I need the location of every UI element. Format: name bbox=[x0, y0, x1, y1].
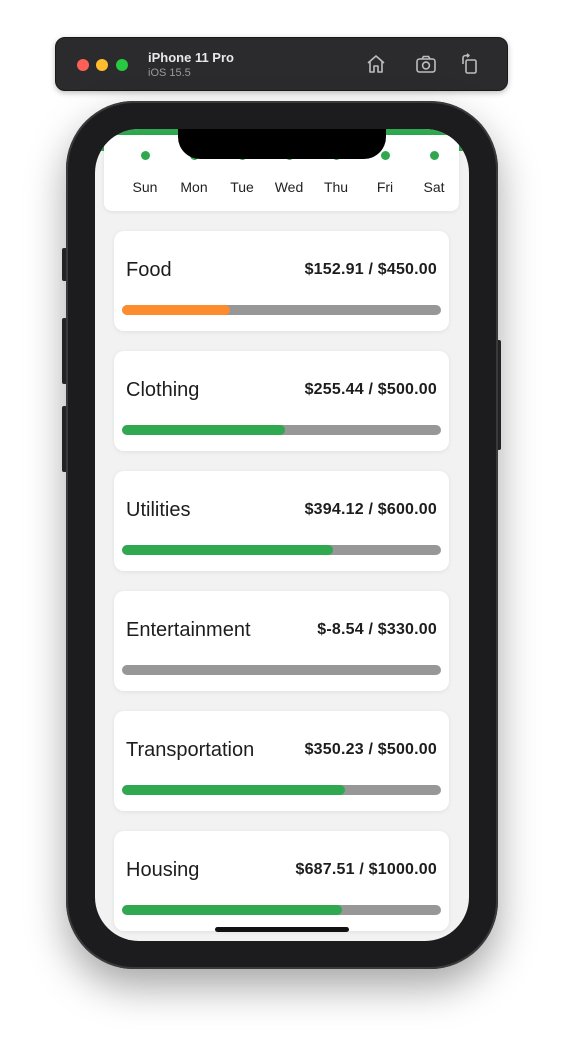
home-icon bbox=[367, 55, 385, 73]
category-amount: $350.23 / $500.00 bbox=[304, 741, 437, 758]
os-version: iOS 15.5 bbox=[148, 67, 191, 79]
day-marker-sun bbox=[141, 151, 150, 160]
progress-fill bbox=[122, 425, 285, 435]
home-indicator[interactable] bbox=[215, 927, 349, 932]
day-label-sun[interactable]: Sun bbox=[120, 179, 170, 195]
simulator-toolbar: iPhone 11 Pro iOS 15.5 bbox=[55, 37, 508, 91]
progress-track bbox=[122, 665, 441, 675]
rotate-button[interactable] bbox=[458, 52, 482, 76]
progress-track bbox=[122, 905, 441, 915]
category-name: Transportation bbox=[126, 739, 255, 761]
home-button[interactable] bbox=[364, 52, 388, 76]
progress-fill bbox=[122, 305, 231, 315]
device-name: iPhone 11 Pro bbox=[148, 50, 234, 65]
category-name: Food bbox=[126, 259, 172, 281]
close-window-button[interactable] bbox=[77, 59, 89, 71]
camera-icon bbox=[416, 55, 436, 73]
category-card-entertainment[interactable]: Entertainment $-8.54 / $330.00 bbox=[114, 591, 449, 691]
category-card-transportation[interactable]: Transportation $350.23 / $500.00 bbox=[114, 711, 449, 811]
notch bbox=[178, 129, 386, 159]
minimize-window-button[interactable] bbox=[96, 59, 108, 71]
category-card-food[interactable]: Food $152.91 / $450.00 bbox=[114, 231, 449, 331]
day-marker-fri bbox=[381, 151, 390, 160]
category-card-housing[interactable]: Housing $687.51 / $1000.00 bbox=[114, 831, 449, 931]
progress-track bbox=[122, 305, 441, 315]
category-amount: $-8.54 / $330.00 bbox=[317, 621, 437, 638]
progress-track bbox=[122, 545, 441, 555]
day-marker-sat bbox=[430, 151, 439, 160]
category-amount: $255.44 / $500.00 bbox=[304, 381, 437, 398]
category-name: Utilities bbox=[126, 499, 191, 521]
phone-screen: Sun Mon Tue Wed Thu Fri Sat Food $152.91… bbox=[95, 129, 469, 941]
rotate-icon bbox=[462, 53, 477, 74]
category-card-utilities[interactable]: Utilities $394.12 / $600.00 bbox=[114, 471, 449, 571]
category-amount: $687.51 / $1000.00 bbox=[295, 861, 437, 878]
day-label-thu[interactable]: Thu bbox=[311, 179, 361, 195]
screenshot-button[interactable] bbox=[414, 52, 438, 76]
category-name: Housing bbox=[126, 859, 200, 881]
progress-fill bbox=[122, 785, 346, 795]
category-amount: $394.12 / $600.00 bbox=[304, 501, 437, 518]
day-label-wed[interactable]: Wed bbox=[264, 179, 314, 195]
category-amount: $152.91 / $450.00 bbox=[304, 261, 437, 278]
day-label-sat[interactable]: Sat bbox=[409, 179, 459, 195]
category-name: Entertainment bbox=[126, 619, 251, 641]
progress-fill bbox=[122, 905, 343, 915]
zoom-window-button[interactable] bbox=[116, 59, 128, 71]
category-card-clothing[interactable]: Clothing $255.44 / $500.00 bbox=[114, 351, 449, 451]
progress-track bbox=[122, 425, 441, 435]
category-name: Clothing bbox=[126, 379, 200, 401]
day-label-mon[interactable]: Mon bbox=[169, 179, 219, 195]
day-label-tue[interactable]: Tue bbox=[217, 179, 267, 195]
progress-fill bbox=[122, 545, 333, 555]
progress-track bbox=[122, 785, 441, 795]
day-label-fri[interactable]: Fri bbox=[360, 179, 410, 195]
